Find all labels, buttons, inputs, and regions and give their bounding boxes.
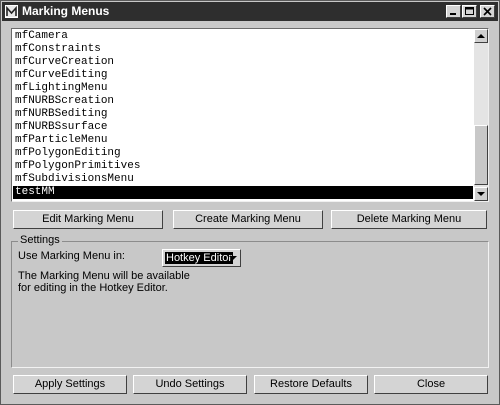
- list-item[interactable]: mfConstraints: [13, 43, 473, 56]
- use-marking-menu-dropdown[interactable]: Hotkey Editor: [162, 249, 241, 267]
- scrollbar-thumb[interactable]: [474, 125, 488, 185]
- minimize-icon: [450, 13, 456, 15]
- minimize-button[interactable]: [446, 5, 461, 18]
- maya-m-icon: [5, 5, 18, 18]
- chevron-down-icon: [229, 256, 237, 260]
- close-icon: [483, 7, 492, 16]
- close-button[interactable]: Close: [374, 375, 488, 394]
- list-item[interactable]: mfNURBSediting: [13, 108, 473, 121]
- marking-menus-window: Marking Menus mfCamera mfConstraints mfC…: [0, 0, 500, 405]
- settings-group: Settings Use Marking Menu in: Hotkey Edi…: [11, 234, 489, 368]
- vertical-scrollbar[interactable]: [474, 29, 488, 201]
- apply-settings-button[interactable]: Apply Settings: [13, 375, 127, 394]
- restore-defaults-button[interactable]: Restore Defaults: [254, 375, 368, 394]
- marking-menu-list[interactable]: mfCamera mfConstraints mfCurveCreation m…: [11, 28, 489, 202]
- dropdown-arrow[interactable]: [227, 251, 239, 265]
- note-line: The Marking Menu will be available: [18, 270, 190, 282]
- list-item[interactable]: mfNURBSsurface: [13, 121, 473, 134]
- title-bar[interactable]: Marking Menus: [2, 2, 498, 21]
- window-title: Marking Menus: [22, 4, 110, 18]
- list-item[interactable]: mfPolygonEditing: [13, 147, 473, 160]
- list-item[interactable]: mfNURBScreation: [13, 95, 473, 108]
- use-marking-menu-label: Use Marking Menu in:: [18, 250, 125, 262]
- scroll-down-button[interactable]: [474, 187, 488, 201]
- marking-menu-items: mfCamera mfConstraints mfCurveCreation m…: [13, 30, 473, 199]
- list-item[interactable]: mfCurveCreation: [13, 56, 473, 69]
- maximize-icon: [465, 7, 474, 15]
- list-item[interactable]: mfPolygonPrimitives: [13, 160, 473, 173]
- close-window-button[interactable]: [480, 5, 495, 18]
- undo-settings-button[interactable]: Undo Settings: [133, 375, 247, 394]
- settings-legend: Settings: [18, 234, 62, 246]
- delete-marking-menu-button[interactable]: Delete Marking Menu: [331, 210, 487, 229]
- list-item-selected[interactable]: testMM: [13, 186, 473, 199]
- settings-note: The Marking Menu will be available for e…: [18, 270, 190, 294]
- edit-marking-menu-button[interactable]: Edit Marking Menu: [13, 210, 163, 229]
- note-line: for editing in the Hotkey Editor.: [18, 282, 168, 294]
- create-marking-menu-button[interactable]: Create Marking Menu: [173, 210, 323, 229]
- list-item[interactable]: mfSubdivisionsMenu: [13, 173, 473, 186]
- scroll-up-button[interactable]: [474, 29, 488, 43]
- list-item[interactable]: mfCurveEditing: [13, 69, 473, 82]
- list-item[interactable]: mfParticleMenu: [13, 134, 473, 147]
- arrow-up-icon: [477, 34, 485, 38]
- list-item[interactable]: mfCamera: [13, 30, 473, 43]
- dropdown-selected-value: Hotkey Editor: [165, 252, 234, 264]
- maximize-button[interactable]: [462, 5, 477, 18]
- arrow-down-icon: [477, 192, 485, 196]
- list-item[interactable]: mfLightingMenu: [13, 82, 473, 95]
